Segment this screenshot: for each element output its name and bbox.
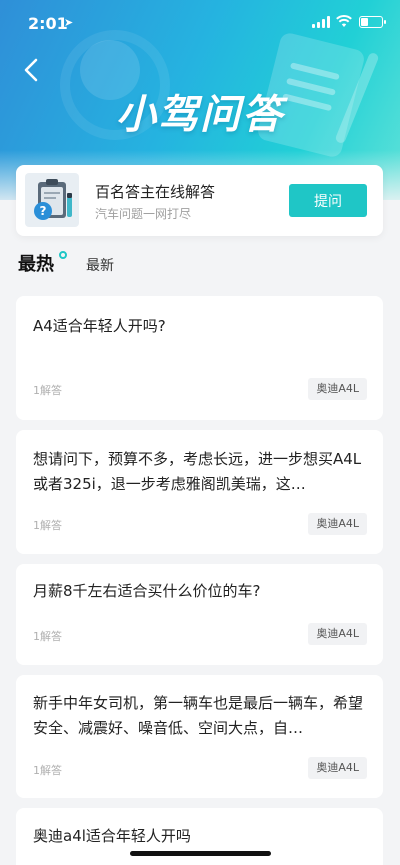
- cellular-signal-icon: [312, 16, 330, 28]
- car-model-tag[interactable]: 奥迪A4L: [308, 757, 367, 779]
- svg-text:?: ?: [40, 204, 47, 218]
- question-text: 想请问下，预算不多，考虑长远，进一步想买A4L或者325i，退一步考虑雅阁凯美瑞…: [33, 450, 362, 493]
- question-text: 月薪8千左右适合买什么价位的车?: [33, 582, 261, 600]
- active-tab-indicator: [59, 251, 67, 259]
- question-text: 新手中年女司机，第一辆车也是最后一辆车，希望安全、减震好、噪音低、空间大点，自…: [33, 694, 364, 737]
- question-card[interactable]: A4适合年轻人开吗? 1解答 奥迪A4L: [16, 296, 383, 420]
- question-text: 奥迪a4l适合年轻人开吗: [33, 827, 191, 845]
- car-model-tag[interactable]: 奥迪A4L: [308, 378, 367, 400]
- page-title: 小驾问答: [116, 92, 284, 138]
- answer-count: 1解答: [33, 519, 62, 532]
- clipboard-question-icon: ?: [25, 173, 79, 227]
- car-model-tag[interactable]: 奥迪A4L: [308, 513, 367, 535]
- promo-card: ? 百名答主在线解答 汽车问题一网打尽 提问: [16, 165, 383, 236]
- question-card[interactable]: 想请问下，预算不多，考虑长远，进一步想买A4L或者325i，退一步考虑雅阁凯美瑞…: [16, 430, 383, 554]
- status-bar: 2:01 ➤: [0, 0, 400, 44]
- question-card[interactable]: 月薪8千左右适合买什么价位的车? 1解答 奥迪A4L: [16, 564, 383, 665]
- car-model-tag[interactable]: 奥迪A4L: [308, 623, 367, 645]
- wifi-icon: [336, 14, 352, 27]
- tab-hot[interactable]: 最热: [18, 250, 54, 276]
- answer-count: 1解答: [33, 630, 62, 643]
- promo-subtitle: 汽车问题一网打尽: [95, 207, 192, 221]
- question-text: A4适合年轻人开吗?: [33, 317, 166, 335]
- status-time: 2:01: [28, 14, 68, 33]
- answer-count: 1解答: [33, 764, 62, 777]
- answer-count: 1解答: [33, 384, 62, 397]
- question-card[interactable]: 奥迪a4l适合年轻人开吗: [16, 808, 383, 865]
- promo-title: 百名答主在线解答: [95, 183, 216, 201]
- battery-level: [361, 18, 368, 26]
- question-card[interactable]: 新手中年女司机，第一辆车也是最后一辆车，希望安全、减震好、噪音低、空间大点，自……: [16, 675, 383, 798]
- location-arrow-icon: ➤: [64, 16, 74, 29]
- home-indicator[interactable]: [130, 851, 271, 856]
- ask-button[interactable]: 提问: [289, 184, 367, 217]
- battery-icon: [359, 16, 386, 28]
- tab-new[interactable]: 最新: [86, 255, 114, 275]
